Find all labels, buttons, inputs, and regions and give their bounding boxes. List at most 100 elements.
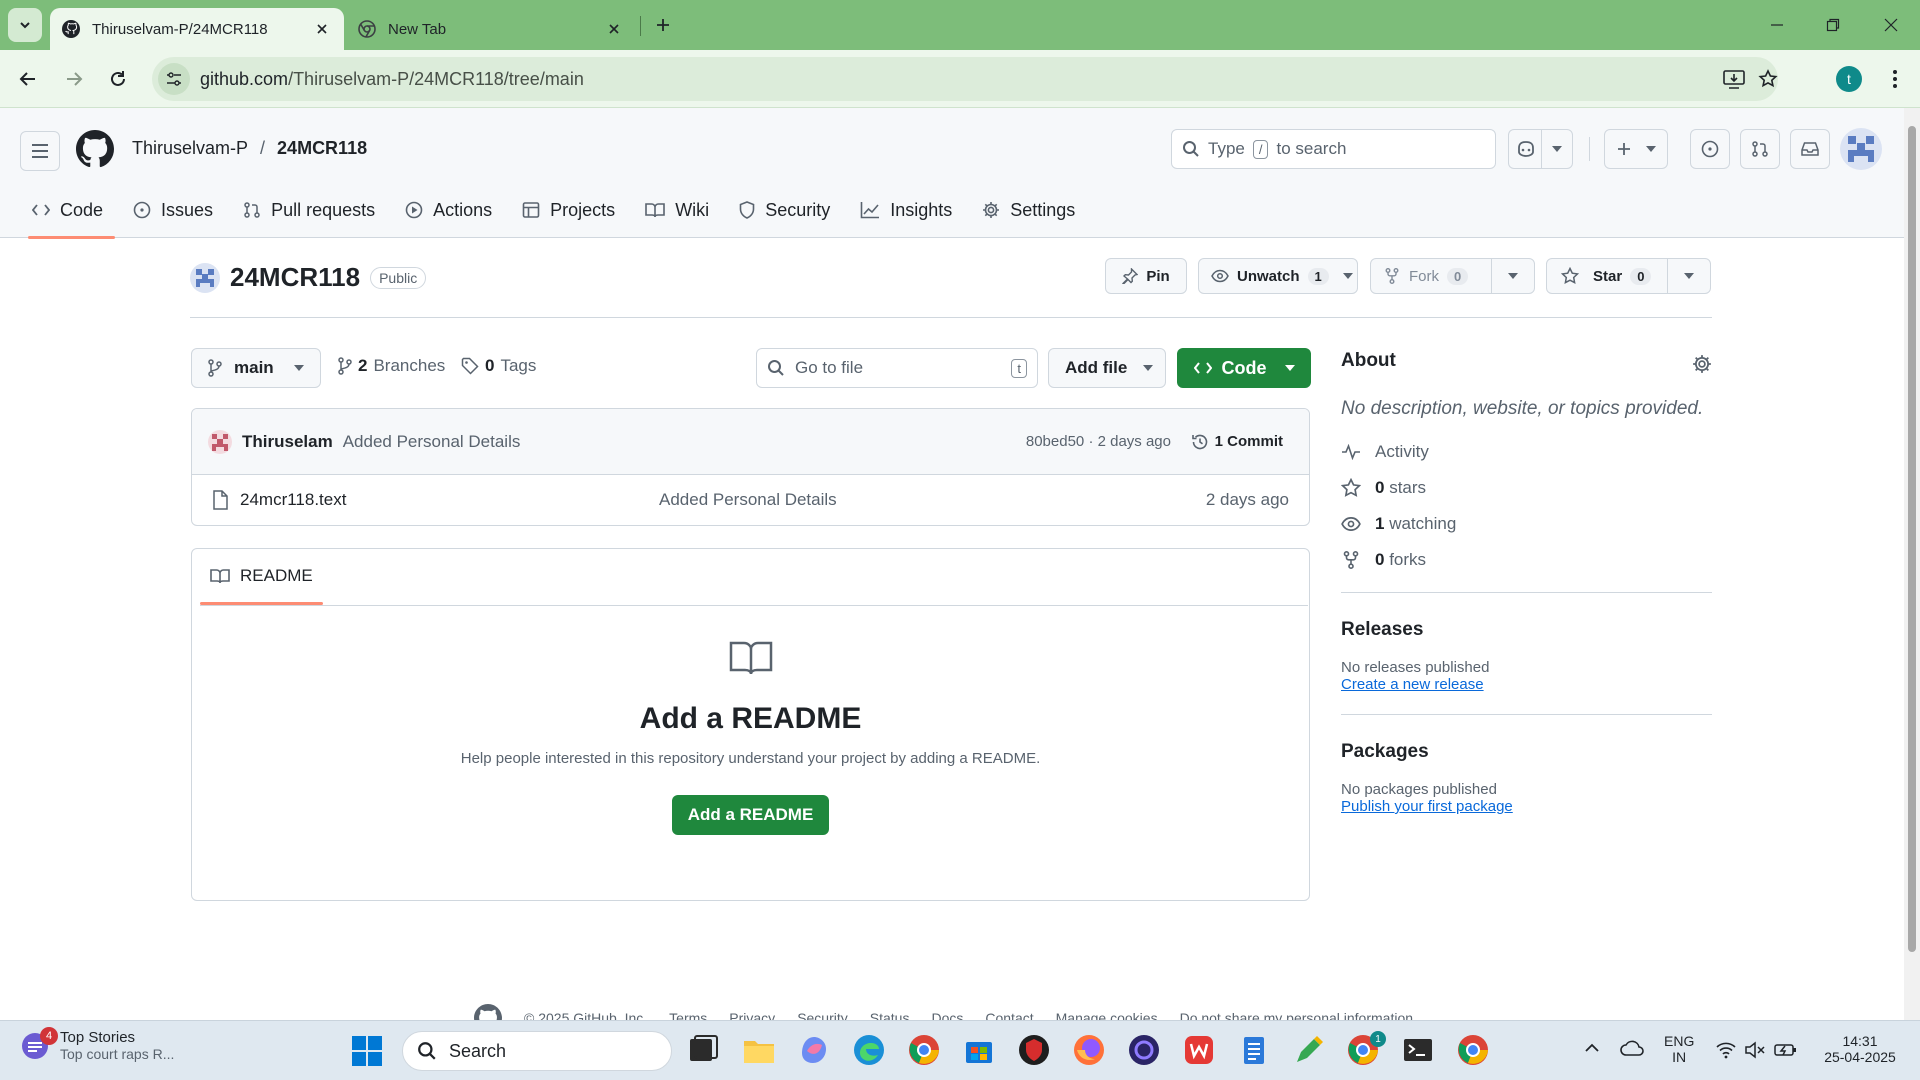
commit-author-avatar[interactable] — [208, 429, 232, 454]
microsoft-store-icon[interactable] — [962, 1033, 996, 1067]
create-new-button[interactable] — [1604, 129, 1668, 169]
copilot-dropdown-button[interactable] — [1541, 129, 1573, 169]
search-icon — [768, 360, 784, 376]
task-view-icon[interactable] — [686, 1033, 720, 1067]
unwatch-button[interactable]: Unwatch 1 — [1198, 258, 1358, 294]
battery-charging-icon[interactable] — [1774, 1041, 1798, 1059]
tab-github-repo[interactable]: Thiruselvam-P/24MCR118 — [50, 8, 344, 50]
volume-muted-icon[interactable] — [1744, 1041, 1766, 1059]
star-lists-dropdown-button[interactable] — [1667, 258, 1711, 294]
tags-link[interactable]: 0 Tags — [461, 356, 536, 376]
start-button[interactable] — [350, 1034, 384, 1068]
copilot-button[interactable] — [1508, 129, 1542, 169]
restore-button[interactable] — [1820, 12, 1846, 38]
create-release-link[interactable]: Create a new release — [1341, 676, 1484, 693]
go-to-file-input[interactable]: Go to file t — [756, 348, 1038, 388]
firefox-icon[interactable] — [1072, 1033, 1106, 1067]
table-row[interactable]: 24mcr118.text Added Personal Details 2 d… — [192, 475, 1309, 525]
releases-heading[interactable]: Releases — [1341, 619, 1712, 641]
branches-link[interactable]: 2 Branches — [338, 356, 445, 376]
tab-pull-requests[interactable]: Pull requests — [231, 190, 387, 230]
wps-office-icon[interactable] — [1182, 1033, 1216, 1067]
chevron-up-icon[interactable] — [1584, 1043, 1600, 1053]
install-app-icon[interactable] — [1722, 67, 1746, 91]
tab-projects[interactable]: Projects — [510, 190, 627, 230]
close-tab-icon[interactable] — [604, 19, 624, 39]
activity-link[interactable]: Activity — [1341, 434, 1712, 470]
commit-hash-and-time[interactable]: 80bed50 · 2 days ago — [1026, 433, 1171, 450]
commit-author-link[interactable]: Thiruselam — [242, 432, 333, 452]
kebab-menu-icon — [1893, 70, 1897, 88]
fork-button[interactable]: Fork 0 — [1370, 258, 1492, 294]
global-search-input[interactable]: Type / to search — [1171, 129, 1496, 169]
github-logo-icon[interactable] — [76, 130, 114, 168]
tab-code[interactable]: Code — [20, 190, 116, 239]
copilot-app-icon[interactable] — [797, 1033, 831, 1067]
tab-settings[interactable]: Settings — [970, 190, 1087, 230]
tab-new-tab[interactable]: New Tab — [346, 8, 636, 50]
user-avatar[interactable] — [1840, 128, 1882, 170]
notepad-icon[interactable] — [1237, 1033, 1271, 1067]
tab-actions[interactable]: Actions — [393, 190, 504, 230]
clock[interactable]: 14:31 25-04-2025 — [1814, 1033, 1906, 1065]
language-indicator[interactable]: ENG IN — [1664, 1033, 1694, 1065]
page-scrollbar[interactable] — [1904, 108, 1920, 1020]
tab-issues[interactable]: Issues — [121, 190, 225, 230]
wifi-icon[interactable] — [1716, 1041, 1736, 1059]
file-explorer-icon[interactable] — [742, 1033, 776, 1067]
breadcrumb-owner-link[interactable]: Thiruselvam-P — [132, 138, 248, 159]
back-button[interactable] — [10, 61, 46, 97]
tab-security[interactable]: Security — [727, 190, 842, 230]
browser-menu-button[interactable] — [1880, 64, 1910, 94]
terminal-icon[interactable] — [1401, 1033, 1435, 1067]
app-purple-icon[interactable] — [1127, 1033, 1161, 1067]
reload-button[interactable] — [100, 61, 136, 97]
forks-link[interactable]: 0 forks — [1341, 542, 1712, 578]
issues-shortcut-button[interactable] — [1690, 129, 1730, 169]
pen-app-icon[interactable] — [1292, 1033, 1326, 1067]
commit-message-link[interactable]: Added Personal Details — [343, 432, 521, 452]
add-readme-button[interactable]: Add a README — [671, 795, 830, 835]
edge-browser-icon[interactable] — [852, 1033, 886, 1067]
fork-dropdown-button[interactable] — [1491, 258, 1535, 294]
site-info-button[interactable] — [158, 63, 190, 95]
tab-insights[interactable]: Insights — [848, 190, 964, 230]
star-button[interactable]: Star 0 — [1546, 258, 1668, 294]
shield-app-icon[interactable] — [1017, 1033, 1051, 1067]
file-name-link[interactable]: 24mcr118.text — [240, 490, 346, 510]
inbox-button[interactable] — [1790, 129, 1830, 169]
pin-button[interactable]: Pin — [1105, 258, 1187, 294]
publish-package-link[interactable]: Publish your first package — [1341, 798, 1513, 815]
breadcrumb-repo-link[interactable]: 24MCR118 — [277, 138, 367, 159]
forward-button[interactable] — [56, 61, 92, 97]
minimize-button[interactable] — [1764, 12, 1790, 38]
tab-readme[interactable]: README — [200, 548, 323, 605]
gear-icon[interactable] — [1692, 354, 1712, 374]
tab-wiki[interactable]: Wiki — [633, 190, 721, 230]
repository-name[interactable]: 24MCR118 — [230, 262, 360, 293]
packages-heading[interactable]: Packages — [1341, 741, 1712, 763]
new-tab-button[interactable] — [650, 12, 676, 38]
stars-link[interactable]: 0 stars — [1341, 470, 1712, 506]
news-widget[interactable]: 4 Top Stories Top court raps R... — [20, 1027, 174, 1062]
address-bar[interactable]: github.com/Thiruselvam-P/24MCR118/tree/m… — [152, 57, 1778, 101]
close-tab-icon[interactable] — [312, 19, 332, 39]
pull-requests-shortcut-button[interactable] — [1740, 129, 1780, 169]
scrollbar-thumb[interactable] — [1908, 126, 1916, 952]
add-file-button[interactable]: Add file — [1048, 348, 1166, 388]
close-window-button[interactable] — [1878, 12, 1904, 38]
commit-history-link[interactable]: 1 Commit — [1191, 433, 1283, 451]
chrome-profile-icon[interactable] — [1456, 1033, 1490, 1067]
profile-avatar[interactable]: t — [1836, 66, 1862, 92]
onedrive-cloud-icon[interactable] — [1620, 1039, 1644, 1057]
tab-search-button[interactable] — [8, 8, 42, 42]
file-commit-message-link[interactable]: Added Personal Details — [659, 490, 837, 510]
code-dropdown-button[interactable]: Code — [1177, 348, 1311, 388]
taskbar-search-box[interactable]: Search — [402, 1031, 672, 1071]
chrome-profile-badge: 1 — [1370, 1031, 1386, 1047]
watching-link[interactable]: 1 watching — [1341, 506, 1712, 542]
chrome-app-icon[interactable] — [907, 1033, 941, 1067]
open-global-nav-button[interactable] — [20, 131, 60, 171]
branch-selector-button[interactable]: main — [191, 348, 321, 388]
bookmark-star-icon[interactable] — [1756, 67, 1780, 91]
